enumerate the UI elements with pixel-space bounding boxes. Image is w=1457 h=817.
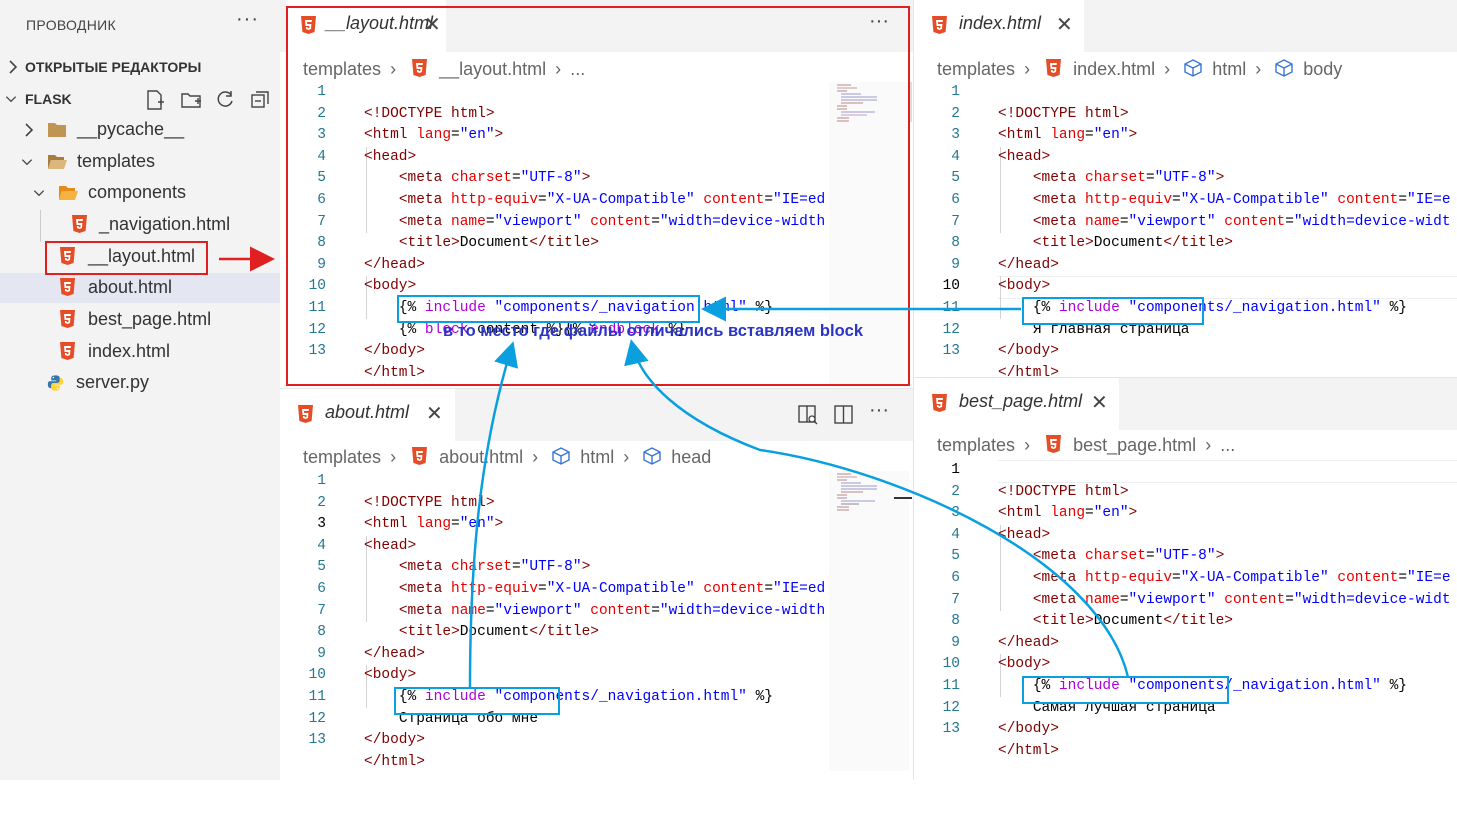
tree-label: __pycache__ bbox=[77, 119, 185, 139]
tab-label: index.html bbox=[959, 13, 1042, 33]
breadcrumb-item[interactable]: head bbox=[671, 447, 711, 467]
editor-about: about.html ✕ ··· templates › about.html … bbox=[280, 389, 913, 780]
breadcrumb-item[interactable]: templates bbox=[937, 435, 1015, 455]
html5-icon bbox=[932, 16, 947, 34]
breadcrumb: templates › best_page.html › ... bbox=[937, 435, 1236, 455]
collapse-all-icon[interactable] bbox=[249, 89, 271, 111]
python-icon bbox=[47, 375, 64, 391]
close-icon[interactable]: ✕ bbox=[426, 401, 443, 426]
open-editors-label: ОТКРЫТЫЕ РЕДАКТОРЫ bbox=[25, 59, 202, 75]
folder-open-icon bbox=[48, 155, 67, 169]
content-highlight-box bbox=[1022, 676, 1229, 704]
element-cube-icon bbox=[1184, 59, 1202, 77]
content-highlight-box bbox=[394, 687, 560, 715]
breadcrumb-item[interactable]: ... bbox=[1220, 435, 1235, 455]
explorer-sidebar: ПРОВОДНИК ··· ОТКРЫТЫЕ РЕДАКТОРЫ FLASK _… bbox=[0, 0, 280, 780]
new-file-icon[interactable] bbox=[144, 89, 166, 111]
tree-item-components[interactable]: components bbox=[0, 178, 280, 208]
scrollbar-thumb[interactable] bbox=[894, 497, 912, 499]
content-highlight-box bbox=[1022, 297, 1204, 325]
layout-highlight-box bbox=[45, 241, 208, 275]
project-section[interactable]: FLASK bbox=[0, 84, 280, 114]
minimap[interactable] bbox=[829, 471, 909, 771]
tab-label: about.html bbox=[325, 402, 410, 422]
tree-label: index.html bbox=[88, 341, 171, 361]
more-actions-icon[interactable]: ··· bbox=[869, 399, 889, 422]
tree-item-server[interactable]: server.py bbox=[0, 368, 280, 398]
project-label: FLASK bbox=[25, 91, 72, 107]
html5-icon bbox=[60, 278, 75, 296]
chevron-down-icon bbox=[21, 159, 33, 166]
tab-index[interactable]: index.html ✕ bbox=[914, 0, 1084, 52]
code-area[interactable]: <!DOCTYPE html> <html lang="en"> <head> <m… bbox=[998, 460, 1457, 806]
tree-label: best_page.html bbox=[88, 309, 212, 329]
chevron-right-icon bbox=[25, 123, 34, 137]
line-numbers: 1 2 3 4 5 6 7 8 9 10 11 12 13 bbox=[942, 84, 960, 360]
folder-icon bbox=[48, 123, 66, 137]
breadcrumb-item[interactable]: body bbox=[1303, 59, 1342, 79]
html5-icon bbox=[1046, 435, 1062, 453]
chevron-down-icon bbox=[33, 190, 45, 197]
tab-label: best_page.html bbox=[959, 391, 1083, 411]
html5-icon bbox=[412, 447, 428, 465]
tree-label: templates bbox=[77, 151, 156, 171]
html5-icon bbox=[298, 405, 313, 423]
line-numbers: 1 2 3 4 5 6 7 8 9 10 11 12 13 bbox=[942, 462, 960, 738]
breadcrumb: templates › index.html › html › body bbox=[937, 59, 1343, 79]
explorer-more-icon[interactable]: ··· bbox=[236, 8, 259, 31]
breadcrumb-item[interactable]: html bbox=[580, 447, 614, 467]
html5-icon bbox=[72, 215, 87, 233]
html5-icon bbox=[60, 310, 75, 328]
tree-item-best-page[interactable]: best_page.html bbox=[0, 305, 280, 335]
tree-label: about.html bbox=[88, 277, 173, 297]
html5-icon bbox=[932, 394, 947, 412]
chevron-down-icon bbox=[5, 96, 17, 103]
tree-label: server.py bbox=[76, 372, 150, 392]
close-icon[interactable]: ✕ bbox=[1091, 390, 1108, 415]
tree-item-templates[interactable]: templates bbox=[0, 147, 280, 177]
chevron-right-icon bbox=[9, 60, 18, 74]
breadcrumb: templates › about.html › html › head bbox=[303, 447, 712, 467]
explorer-title: ПРОВОДНИК bbox=[26, 17, 116, 33]
editor-index: index.html ✕ templates › index.html › ht… bbox=[914, 0, 1457, 381]
code-area[interactable]: <!DOCTYPE html> <html lang="en"> <head> <m… bbox=[998, 82, 1457, 428]
html5-icon bbox=[60, 342, 75, 360]
breadcrumb-item[interactable]: templates bbox=[303, 447, 381, 467]
new-folder-icon[interactable] bbox=[180, 89, 202, 111]
tab-best-page[interactable]: best_page.html ✕ bbox=[914, 378, 1119, 430]
tree-item-navigation[interactable]: _navigation.html bbox=[0, 210, 280, 240]
breadcrumb-item[interactable]: best_page.html bbox=[1073, 435, 1196, 455]
tree-item-pycache[interactable]: __pycache__ bbox=[0, 115, 280, 145]
editor-best-page: best_page.html ✕ templates › best_page.h… bbox=[914, 378, 1457, 780]
close-icon[interactable]: ✕ bbox=[1056, 12, 1073, 37]
refresh-icon[interactable] bbox=[214, 89, 236, 111]
code-area[interactable]: <!DOCTYPE html> <html lang="en"> <head> <m… bbox=[364, 471, 829, 817]
element-cube-icon bbox=[643, 447, 661, 465]
tab-about[interactable]: about.html ✕ bbox=[280, 389, 455, 441]
html5-icon bbox=[1046, 59, 1062, 77]
tree-item-index[interactable]: index.html bbox=[0, 337, 280, 367]
line-numbers: 1 2 3 4 5 6 7 8 9 10 11 12 13 bbox=[308, 473, 326, 749]
tree-label: _navigation.html bbox=[99, 214, 231, 234]
split-editor-icon[interactable] bbox=[833, 404, 855, 426]
breadcrumb-item[interactable]: html bbox=[1212, 59, 1246, 79]
folder-components-icon bbox=[59, 186, 78, 200]
element-cube-icon bbox=[1275, 59, 1293, 77]
breadcrumb-item[interactable]: index.html bbox=[1073, 59, 1155, 79]
breadcrumb-item[interactable]: about.html bbox=[439, 447, 523, 467]
tree-item-about[interactable]: about.html bbox=[0, 273, 280, 303]
open-preview-icon[interactable] bbox=[797, 404, 819, 426]
tree-label: components bbox=[88, 182, 187, 202]
element-cube-icon bbox=[552, 447, 570, 465]
breadcrumb-item[interactable]: templates bbox=[937, 59, 1015, 79]
layout-editor-highlight bbox=[286, 6, 910, 386]
open-editors-section[interactable]: ОТКРЫТЫЕ РЕДАКТОРЫ bbox=[0, 52, 280, 82]
minimap-preview bbox=[837, 473, 877, 511]
editor-layout: __layout.html ✕ ··· templates › __layout… bbox=[280, 0, 913, 388]
